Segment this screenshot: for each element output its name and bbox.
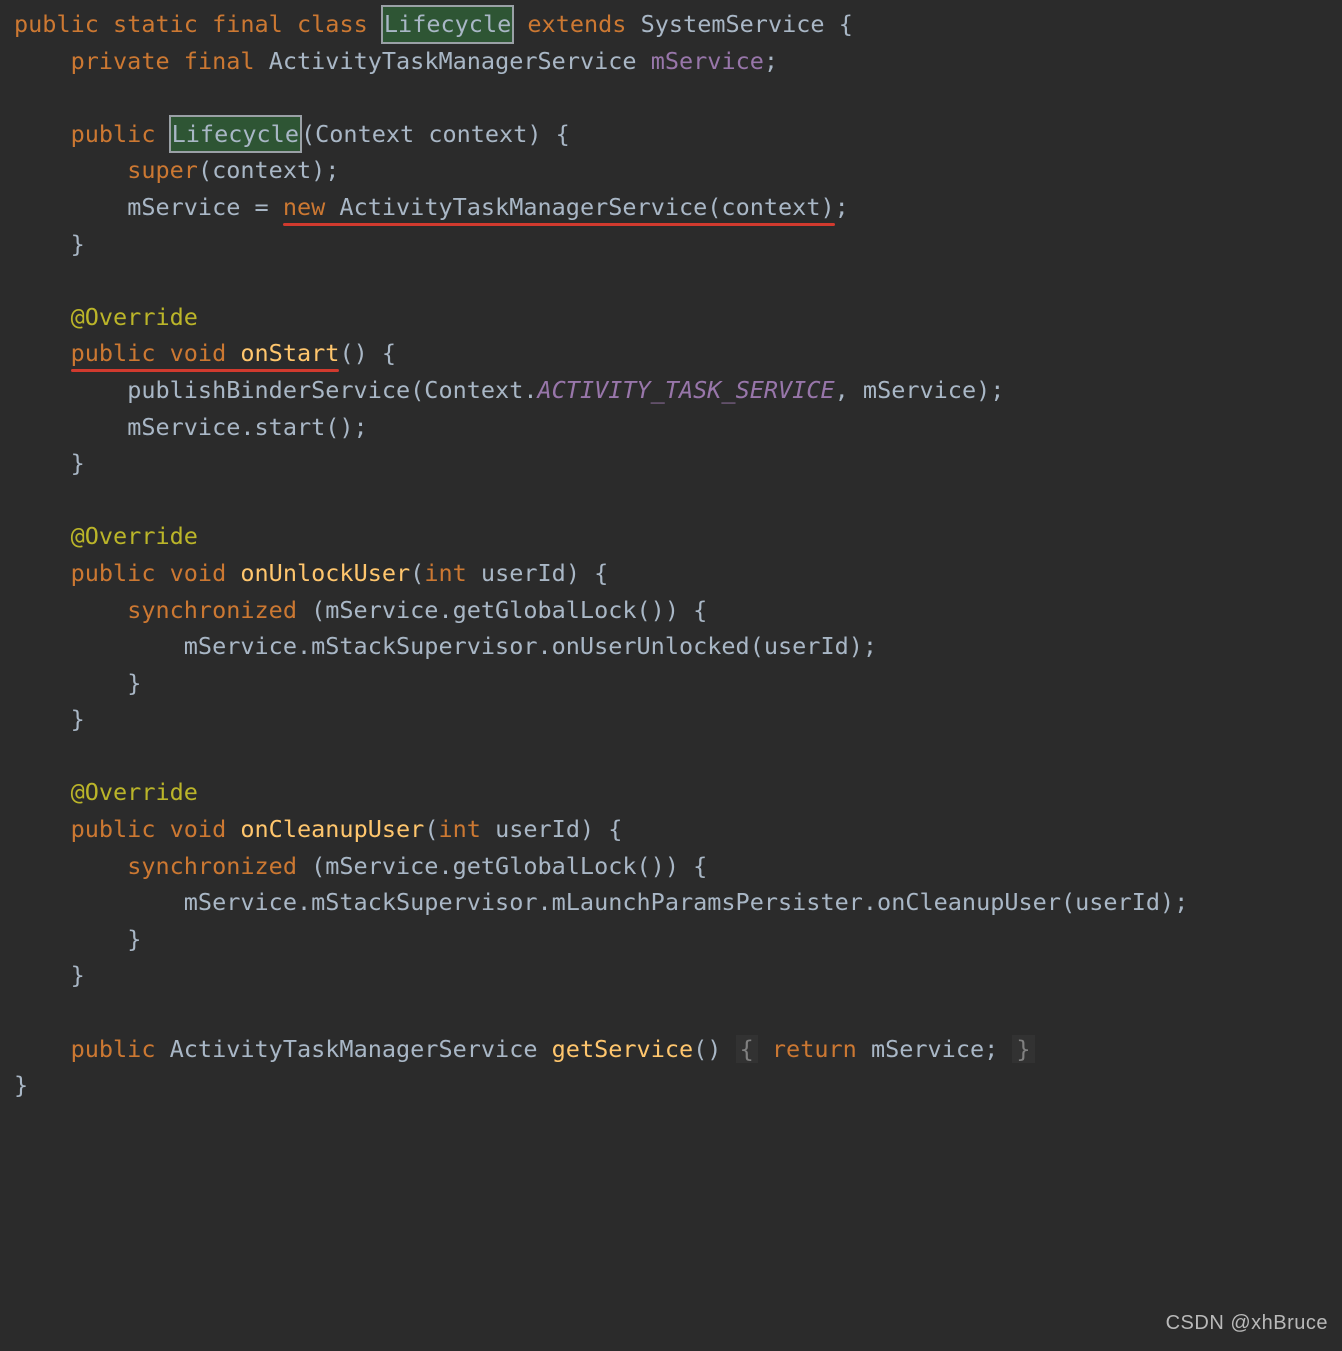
code-line: @Override <box>14 778 198 806</box>
field-name: mService <box>651 47 764 75</box>
type: ActivityTaskManagerService <box>269 47 637 75</box>
code-line: mService.start(); <box>14 413 368 441</box>
code-line: super(context); <box>14 156 339 184</box>
return-expr: mService; <box>871 1035 1012 1063</box>
method-name: onStart <box>240 339 339 367</box>
keyword-synchronized: synchronized <box>127 596 297 624</box>
paren: ( <box>424 815 438 843</box>
code-line: } <box>14 1071 28 1099</box>
code-line: public void onStart() { <box>14 339 396 367</box>
assign-lhs: mService = <box>127 193 283 221</box>
keyword-public: public <box>14 10 99 38</box>
semi: ; <box>835 193 849 221</box>
brace: } <box>71 449 85 477</box>
keyword-public: public <box>71 120 156 148</box>
method-name: getService <box>552 1035 693 1063</box>
semi: ; <box>764 47 778 75</box>
annotation-override: @Override <box>71 303 198 331</box>
method-rest: () { <box>339 339 396 367</box>
code-line: public ActivityTaskManagerService getSer… <box>14 1035 1035 1063</box>
keyword-private: private <box>71 47 170 75</box>
keyword-extends: extends <box>527 10 626 38</box>
keyword-final: final <box>184 47 255 75</box>
call: (context); <box>198 156 339 184</box>
code-line: publishBinderService(Context.ACTIVITY_TA… <box>14 376 1004 404</box>
code-line: synchronized (mService.getGlobalLock()) … <box>14 596 707 624</box>
keyword-super: super <box>127 156 198 184</box>
code-line: public void onCleanupUser(int userId) { <box>14 815 622 843</box>
code-line: } <box>14 705 85 733</box>
watermark-text: CSDN @xhBruce <box>1166 1312 1328 1335</box>
keyword-void: void <box>170 815 227 843</box>
keyword-new: new <box>283 193 325 221</box>
keyword-public: public <box>71 1035 156 1063</box>
code-block: public static final class Lifecycle exte… <box>0 0 1342 1110</box>
class-name-highlight: Lifecycle <box>382 6 513 43</box>
code-line: @Override <box>14 303 198 331</box>
annotation-override: @Override <box>71 778 198 806</box>
brace-close: } <box>1012 1035 1034 1063</box>
keyword-void: void <box>170 559 227 587</box>
code-line: } <box>14 925 141 953</box>
keyword-public: public <box>71 559 156 587</box>
code-line: } <box>14 961 85 989</box>
code-line: public void onUnlockUser(int userId) { <box>14 559 608 587</box>
params: userId) { <box>467 559 608 587</box>
code-line: synchronized (mService.getGlobalLock()) … <box>14 852 707 880</box>
keyword-int: int <box>424 559 466 587</box>
method-name: onCleanupUser <box>240 815 424 843</box>
constant: ACTIVITY_TASK_SERVICE <box>538 376 835 404</box>
brace: } <box>127 669 141 697</box>
sync-expr: (mService.getGlobalLock()) { <box>297 596 707 624</box>
code-line: mService.mStackSupervisor.mLaunchParamsP… <box>14 888 1188 916</box>
code-line: public static final class Lifecycle exte… <box>14 10 853 38</box>
annotation-override: @Override <box>71 522 198 550</box>
keyword-class: class <box>297 10 368 38</box>
brace: } <box>71 230 85 258</box>
keyword-final: final <box>212 10 283 38</box>
brace: } <box>127 925 141 953</box>
params: (Context context) { <box>301 120 570 148</box>
paren: ( <box>410 559 424 587</box>
code-line: } <box>14 449 85 477</box>
super-class: SystemService <box>641 10 825 38</box>
call: publishBinderService(Context. <box>127 376 537 404</box>
code-line: public Lifecycle(Context context) { <box>14 120 570 148</box>
constructor-name-highlight: Lifecycle <box>170 116 301 153</box>
brace-open: { <box>736 1035 758 1063</box>
code-line: } <box>14 230 85 258</box>
code-line: mService = new ActivityTaskManagerServic… <box>14 193 849 221</box>
call: mService.mStackSupervisor.mLaunchParamsP… <box>184 888 1189 916</box>
keyword-public: public <box>71 815 156 843</box>
brace: { <box>839 10 853 38</box>
brace: } <box>71 961 85 989</box>
code-line: } <box>14 669 141 697</box>
method-rest: () <box>693 1035 735 1063</box>
code-line: mService.mStackSupervisor.onUserUnlocked… <box>14 632 877 660</box>
keyword-synchronized: synchronized <box>127 852 297 880</box>
call: mService.mStackSupervisor.onUserUnlocked… <box>184 632 877 660</box>
params: userId) { <box>481 815 622 843</box>
constructor-call: ActivityTaskManagerService(context) <box>325 193 834 221</box>
keyword-public: public <box>71 339 156 367</box>
sync-expr: (mService.getGlobalLock()) { <box>297 852 707 880</box>
keyword-int: int <box>438 815 480 843</box>
call-rest: , mService); <box>835 376 1005 404</box>
keyword-void: void <box>170 339 227 367</box>
call: mService.start(); <box>127 413 368 441</box>
keyword-static: static <box>113 10 198 38</box>
code-line: @Override <box>14 522 198 550</box>
keyword-return: return <box>758 1035 871 1063</box>
method-name: onUnlockUser <box>240 559 410 587</box>
brace: } <box>71 705 85 733</box>
code-line: private final ActivityTaskManagerService… <box>14 47 778 75</box>
brace: } <box>14 1071 28 1099</box>
return-type: ActivityTaskManagerService <box>170 1035 538 1063</box>
